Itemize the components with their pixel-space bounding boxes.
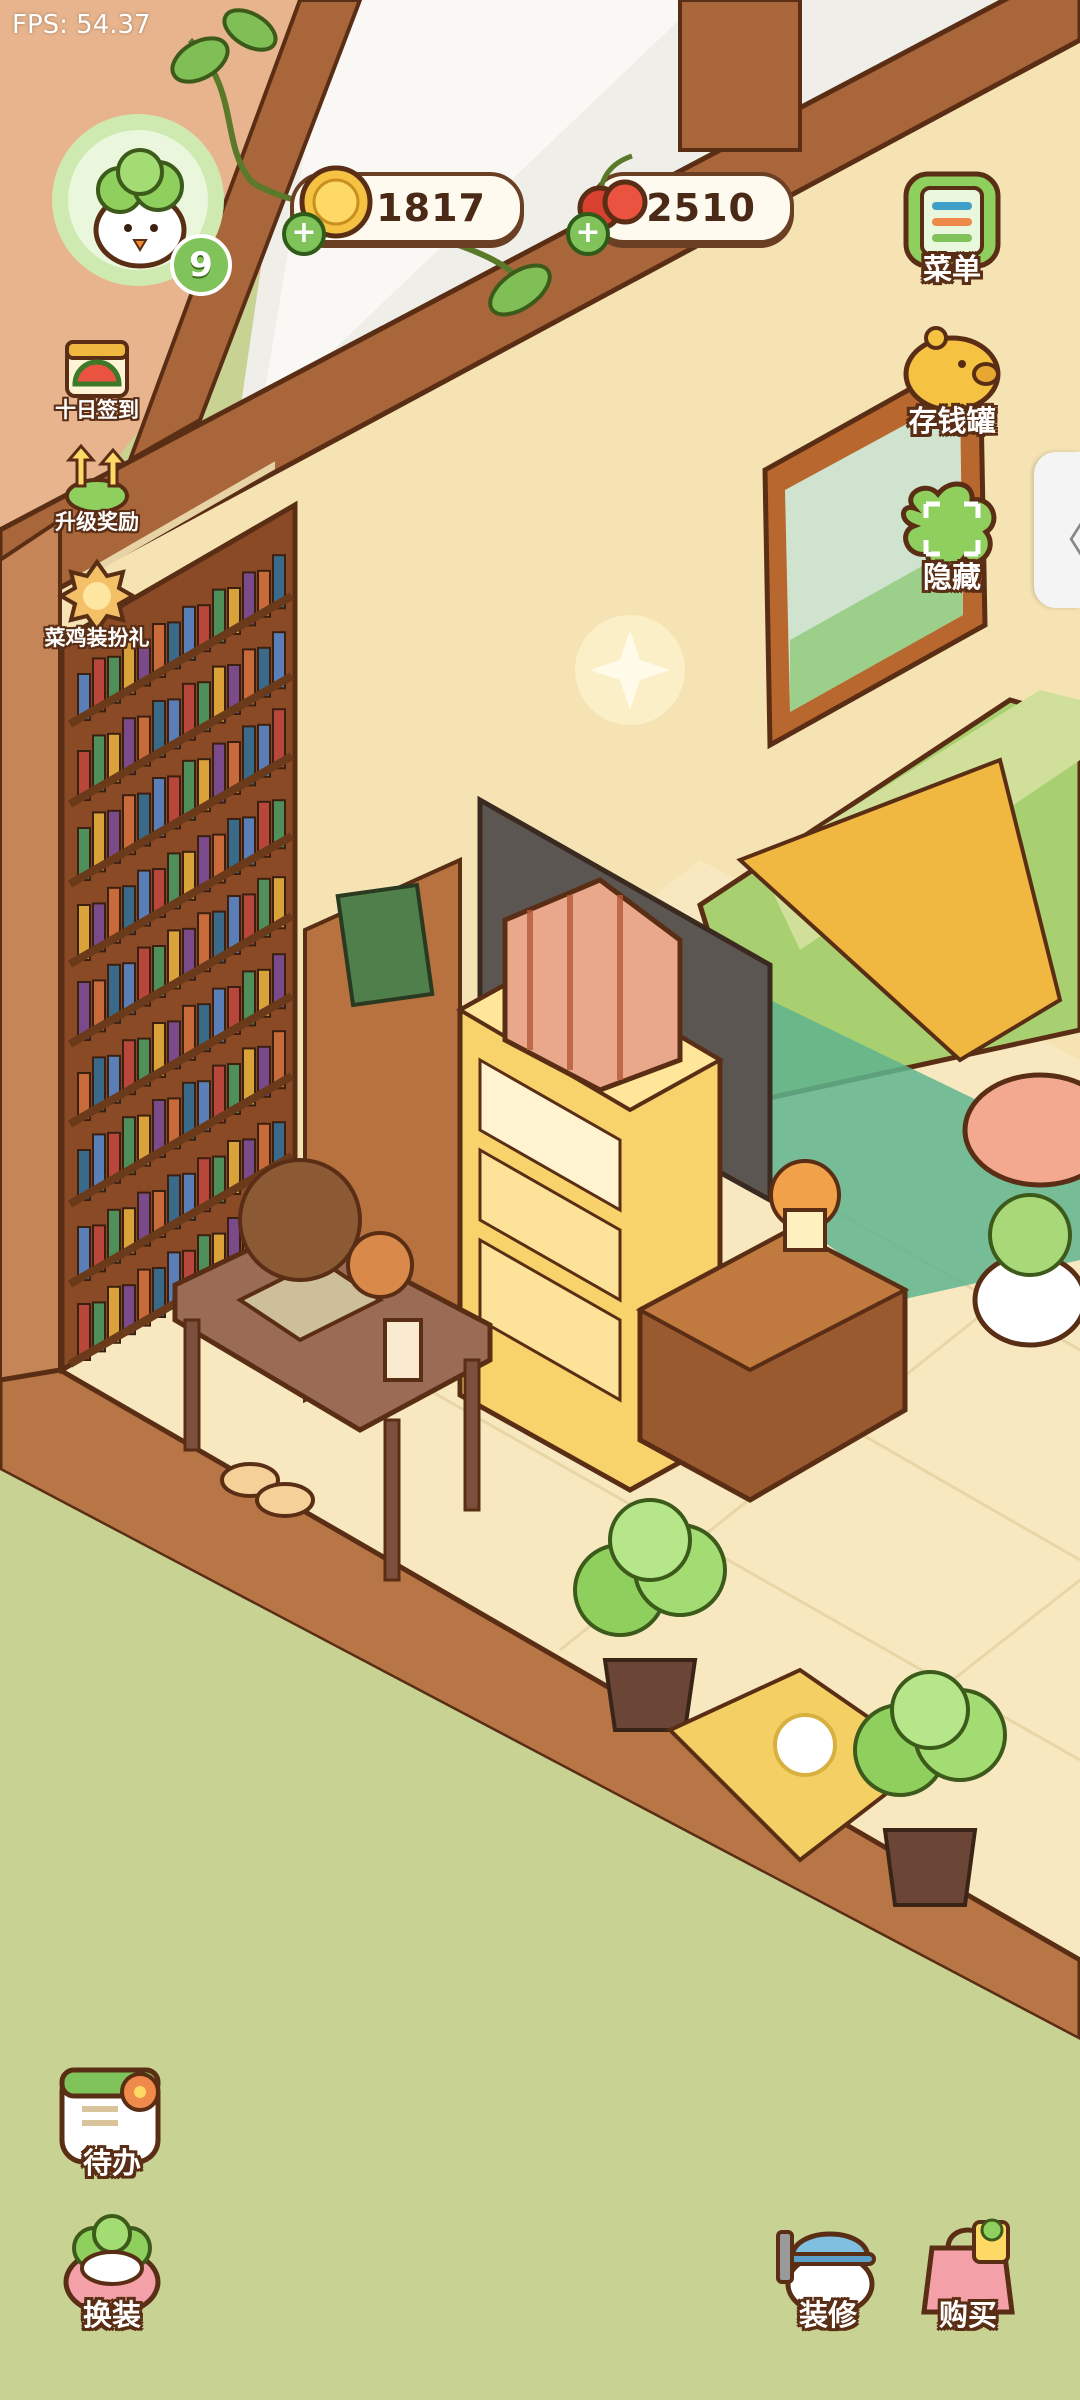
side-drawer-handle[interactable]: 〈 bbox=[1034, 452, 1080, 608]
level-up-reward-button[interactable]: 升级奖励 bbox=[42, 440, 152, 536]
girl-character bbox=[238, 1158, 362, 1282]
costume-gift-label: 菜鸡装扮礼 bbox=[44, 626, 150, 650]
cherry-amount: 2510 bbox=[646, 186, 756, 230]
piggy-bank-label: 存钱罐 bbox=[908, 404, 996, 438]
fps-counter: FPS: 54.37 bbox=[12, 10, 151, 40]
level-up-reward-label: 升级奖励 bbox=[55, 510, 139, 534]
hide-ui-button[interactable]: 隐藏 bbox=[892, 474, 1012, 598]
chevron-left-icon: 〈 bbox=[1046, 508, 1080, 566]
level-badge: 9 bbox=[170, 234, 232, 296]
renovate-button[interactable]: 装修 bbox=[768, 2212, 888, 2336]
costume-gift-button[interactable]: 菜鸡装扮礼 bbox=[42, 556, 152, 652]
piggy-bank-button[interactable]: 存钱罐 bbox=[892, 318, 1012, 442]
player-avatar[interactable]: 9 bbox=[48, 110, 232, 296]
ten-day-signin-button[interactable]: 十日签到 bbox=[42, 328, 152, 424]
dress-up-label: 换装 bbox=[82, 2298, 141, 2332]
shop-label: 购买 bbox=[938, 2298, 997, 2332]
menu-button[interactable]: 菜单 bbox=[892, 166, 1012, 290]
add-coins-button[interactable]: + bbox=[282, 212, 326, 256]
dress-up-button[interactable]: 换装 bbox=[52, 2212, 172, 2336]
add-cherries-button[interactable]: + bbox=[566, 212, 610, 256]
todo-button[interactable]: 待办 bbox=[52, 2060, 172, 2184]
todo-label: 待办 bbox=[82, 2146, 141, 2180]
coin-amount: 1817 bbox=[376, 186, 486, 230]
menu-label: 菜单 bbox=[922, 252, 981, 286]
ten-day-signin-label: 十日签到 bbox=[55, 398, 139, 422]
renovate-label: 装修 bbox=[798, 2298, 857, 2332]
hide-ui-label: 隐藏 bbox=[922, 560, 981, 594]
shop-button[interactable]: 购买 bbox=[908, 2212, 1028, 2336]
